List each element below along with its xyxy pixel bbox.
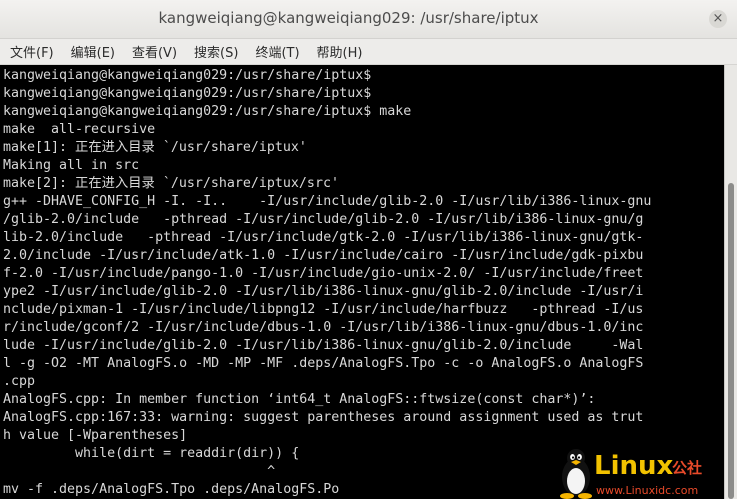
watermark-url: www.Linuxidc.com — [596, 484, 699, 497]
menu-view[interactable]: 查看(V) — [122, 42, 184, 61]
terminal-line: make[2]: 正在进入目录 `/usr/share/iptux/src' — [3, 176, 339, 191]
terminal-line: /glib-2.0/include -pthread -I/usr/includ… — [3, 212, 644, 227]
terminal-window: kangweiqiang@kangweiqiang029: /usr/share… — [0, 0, 737, 499]
terminal-line: lib-2.0/include -pthread -I/usr/include/… — [3, 230, 644, 245]
terminal-line: ype2 -I/usr/include/glib-2.0 -I/usr/lib/… — [3, 284, 644, 299]
close-button[interactable]: × — [709, 10, 727, 28]
terminal-line: 2.0/include -I/usr/include/atk-1.0 -I/us… — [3, 248, 644, 263]
terminal-line: r/include/gconf/2 -I/usr/include/dbus-1.… — [3, 320, 644, 335]
terminal-line: AnalogFS.cpp:167:33: warning: suggest pa… — [3, 410, 644, 425]
scrollbar-thumb[interactable] — [728, 183, 734, 499]
terminal-line: while(dirt = readdir(dir)) { — [3, 446, 300, 461]
window-title: kangweiqiang@kangweiqiang029: /usr/share… — [158, 9, 539, 27]
menu-terminal[interactable]: 终端(T) — [245, 42, 306, 61]
menu-search[interactable]: 搜索(S) — [184, 42, 245, 61]
terminal-line: AnalogFS.cpp: In member function ‘int64_… — [3, 392, 596, 407]
terminal-line: kangweiqiang@kangweiqiang029:/usr/share/… — [3, 68, 372, 83]
terminal-line: nclude/pixman-1 -I/usr/include/libpng12 … — [3, 302, 644, 317]
terminal-line: make all-recursive — [3, 122, 156, 137]
terminal-line: Making all in src — [3, 158, 140, 173]
watermark-brand-suffix: 公社 — [672, 459, 703, 477]
terminal-line: make[1]: 正在进入目录 `/usr/share/iptux' — [3, 140, 307, 155]
menu-help[interactable]: 帮助(H) — [307, 42, 370, 61]
menu-edit[interactable]: 编辑(E) — [61, 42, 122, 61]
menu-bar: 文件(F) 编辑(E) 查看(V) 搜索(S) 终端(T) 帮助(H) — [0, 39, 737, 65]
terminal-output[interactable]: kangweiqiang@kangweiqiang029:/usr/share/… — [0, 65, 724, 499]
terminal-line: kangweiqiang@kangweiqiang029:/usr/share/… — [3, 86, 372, 101]
close-icon: × — [712, 11, 724, 26]
terminal-line: f-2.0 -I/usr/include/pango-1.0 -I/usr/in… — [3, 266, 644, 281]
terminal-line: h value [-Wparentheses] — [3, 428, 188, 443]
terminal-text: kangweiqiang@kangweiqiang029:/usr/share/… — [3, 67, 651, 499]
title-bar[interactable]: kangweiqiang@kangweiqiang029: /usr/share… — [0, 0, 737, 39]
terminal-line: l -g -O2 -MT AnalogFS.o -MD -MP -MF .dep… — [3, 356, 644, 371]
terminal-line: ^ — [3, 464, 276, 479]
tux-penguin-icon — [560, 449, 592, 499]
watermark-logo: Linux 公社 www.Linuxidc.com — [556, 447, 726, 499]
menu-file[interactable]: 文件(F) — [0, 42, 61, 61]
terminal-line: .cpp — [3, 374, 36, 389]
terminal-line: g++ -DHAVE_CONFIG_H -I. -I.. -I/usr/incl… — [3, 194, 652, 209]
terminal-line: lude -I/usr/include/glib-2.0 -I/usr/lib/… — [3, 338, 644, 353]
terminal-line: kangweiqiang@kangweiqiang029:/usr/share/… — [3, 104, 412, 119]
watermark-brand: Linux — [594, 451, 674, 481]
vertical-scrollbar[interactable] — [724, 65, 737, 499]
terminal-line: mv -f .deps/AnalogFS.Tpo .deps/AnalogFS.… — [3, 482, 340, 497]
